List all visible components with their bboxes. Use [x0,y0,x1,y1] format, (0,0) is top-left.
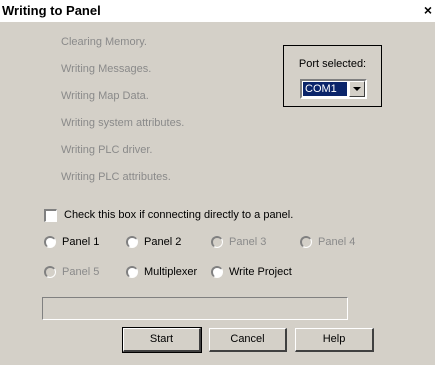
title-bar[interactable]: Writing to Panel × [0,0,435,22]
radio-panel-4-circle [300,236,312,248]
step-writing-map-data: Writing Map Data. [61,90,149,102]
radio-write-project-circle[interactable] [211,266,223,278]
radio-panel-3-circle [211,236,223,248]
close-icon[interactable]: × [421,2,435,18]
port-select[interactable]: COM1 [300,79,367,99]
radio-panel-1-label[interactable]: Panel 1 [62,236,99,248]
step-writing-system-attributes: Writing system attributes. [61,117,185,129]
radio-panel-5-label: Panel 5 [62,266,100,278]
writing-to-panel-dialog: Writing to Panel × Clearing Memory. Writ… [0,0,435,365]
radio-panel-2-circle[interactable] [126,236,138,248]
help-button[interactable]: Help [295,328,374,352]
port-selected-label: Port selected: [298,58,367,70]
step-writing-plc-attributes: Writing PLC attributes. [61,171,171,183]
radio-panel-3-label: Panel 3 [229,236,267,248]
radio-panel-4-label: Panel 4 [318,236,356,248]
window-title: Writing to Panel [2,3,101,18]
radio-multiplexer-circle[interactable] [126,266,138,278]
radio-write-project-label[interactable]: Write Project [229,266,292,278]
step-writing-messages: Writing Messages. [61,63,152,75]
radio-panel-2-label[interactable]: Panel 2 [144,236,181,248]
radio-panel-1-circle[interactable] [44,236,56,248]
radio-multiplexer-label[interactable]: Multiplexer [144,266,197,278]
step-clearing-memory: Clearing Memory. [61,36,147,48]
chevron-down-icon[interactable] [349,81,365,97]
progress-bar [42,297,348,320]
port-select-value[interactable]: COM1 [303,82,347,96]
cancel-button[interactable]: Cancel [209,328,287,352]
direct-connection-label[interactable]: Check this box if connecting directly to… [64,209,293,221]
radio-panel-5-circle [44,266,56,278]
dialog-body: Clearing Memory. Writing Messages. Writi… [4,22,435,365]
port-selected-box: Port selected: COM1 [283,45,382,107]
direct-connection-checkbox[interactable] [44,209,57,222]
start-button[interactable]: Start [122,327,202,353]
step-writing-plc-driver: Writing PLC driver. [61,144,153,156]
